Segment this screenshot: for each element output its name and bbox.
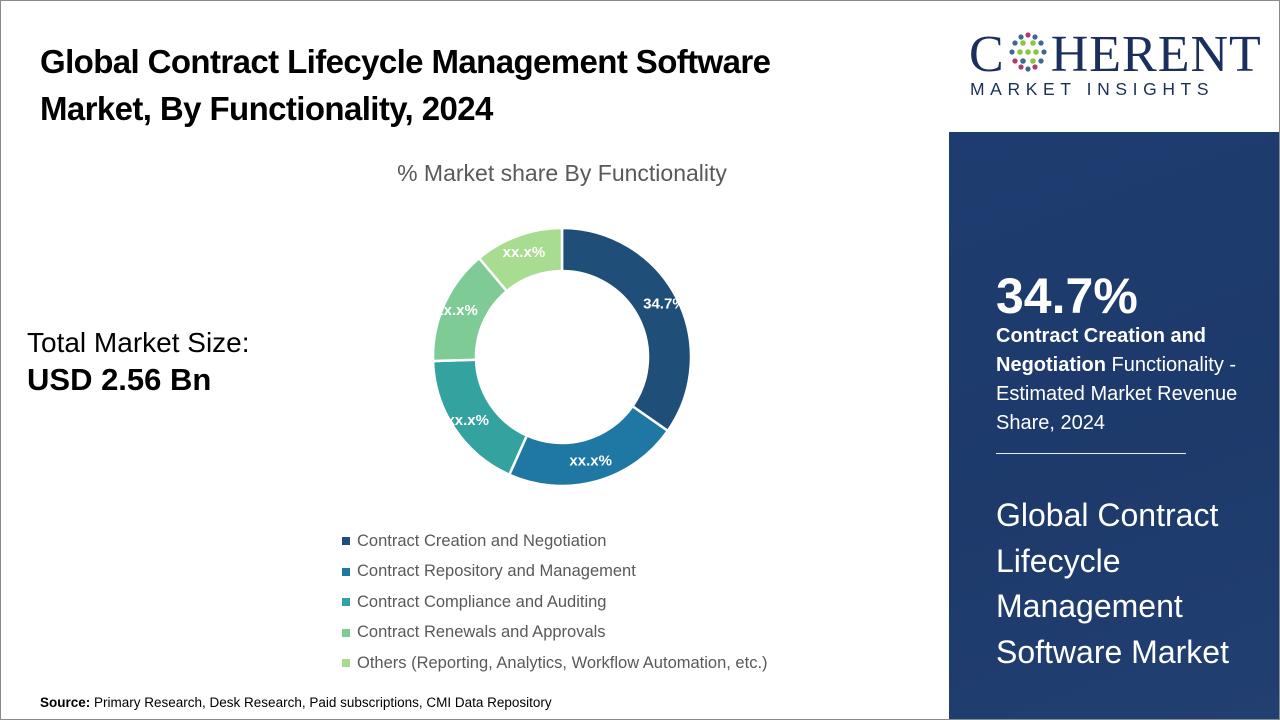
legend-item: Contract Compliance and Auditing <box>342 587 768 618</box>
market-size-value: USD 2.56 Bn <box>27 362 212 397</box>
legend-label: Contract Creation and Negotiation <box>357 531 607 550</box>
logo-wordmark: C HERENT <box>969 29 1262 81</box>
legend-swatch <box>342 567 350 576</box>
slice-data-label-2: xx.x% <box>569 453 612 470</box>
segment-name-line1: Contract Creation and <box>996 325 1207 347</box>
highlight-percent: 34.7% <box>996 268 1138 324</box>
legend-swatch <box>342 659 350 668</box>
legend-item: Others (Reporting, Analytics, Workflow A… <box>342 648 768 679</box>
highlight-description: Contract Creation and Negotiation Functio… <box>996 322 1266 438</box>
source-label: Source: <box>40 695 91 710</box>
donut-chart: 34.7% xx.x% xx.x% xx.x% xx.x% <box>431 226 693 488</box>
legend-label: Others (Reporting, Analytics, Workflow A… <box>357 653 768 672</box>
source-note: Source: Primary Research, Desk Research,… <box>40 695 552 710</box>
donut-slice-1 <box>560 226 693 433</box>
globe-dots-icon <box>1009 32 1047 72</box>
logo-letters-herent: HERENT <box>1050 26 1262 83</box>
logo-tagline: MARKET INSIGHTS <box>970 79 1215 99</box>
logo-letter-c: C <box>969 26 1005 83</box>
legend-label: Contract Compliance and Auditing <box>357 592 607 611</box>
legend-item: Contract Repository and Management <box>342 557 768 588</box>
legend-label: Contract Renewals and Approvals <box>357 623 606 642</box>
brand-logo: C HERENT MARKET INSIGHTS <box>949 1 1279 132</box>
slice-data-label-5: xx.x% <box>503 244 546 261</box>
chart-area: Global Contract Lifecycle Management Sof… <box>2 2 948 718</box>
legend-swatch <box>342 628 350 637</box>
legend-swatch <box>342 598 350 607</box>
slice-data-label-3: xx.x% <box>446 412 489 429</box>
chart-legend: Contract Creation and Negotiation Contrac… <box>342 526 768 679</box>
legend-item: Contract Creation and Negotiation <box>342 526 768 557</box>
chart-title: % Market share By Functionality <box>397 160 727 186</box>
legend-swatch <box>342 537 350 546</box>
page-title: Global Contract Lifecycle Management Sof… <box>40 38 940 132</box>
legend-item: Contract Renewals and Approvals <box>342 618 768 649</box>
source-text: Primary Research, Desk Research, Paid su… <box>90 695 552 710</box>
donut-slice-2 <box>507 404 670 488</box>
title-line-2: Market, By Functionality, 2024 <box>40 90 493 127</box>
market-size-label: Total Market Size: <box>27 327 250 358</box>
info-sidebar: C HERENT MARKET INSIGHTS 34.7% Contract … <box>949 1 1279 719</box>
legend-label: Contract Repository and Management <box>357 562 636 581</box>
sidebar-market-title: Global Contract Lifecycle Management Sof… <box>996 497 1229 670</box>
segment-name-line2: Negotiation <box>996 354 1106 376</box>
highlight-panel: 34.7% Contract Creation and Negotiation F… <box>949 132 1279 719</box>
slice-data-label-1: 34.7% <box>643 296 686 313</box>
title-line-1: Global Contract Lifecycle Management Sof… <box>40 43 771 80</box>
slice-data-label-4: xx.x% <box>435 302 478 319</box>
divider <box>996 453 1186 454</box>
